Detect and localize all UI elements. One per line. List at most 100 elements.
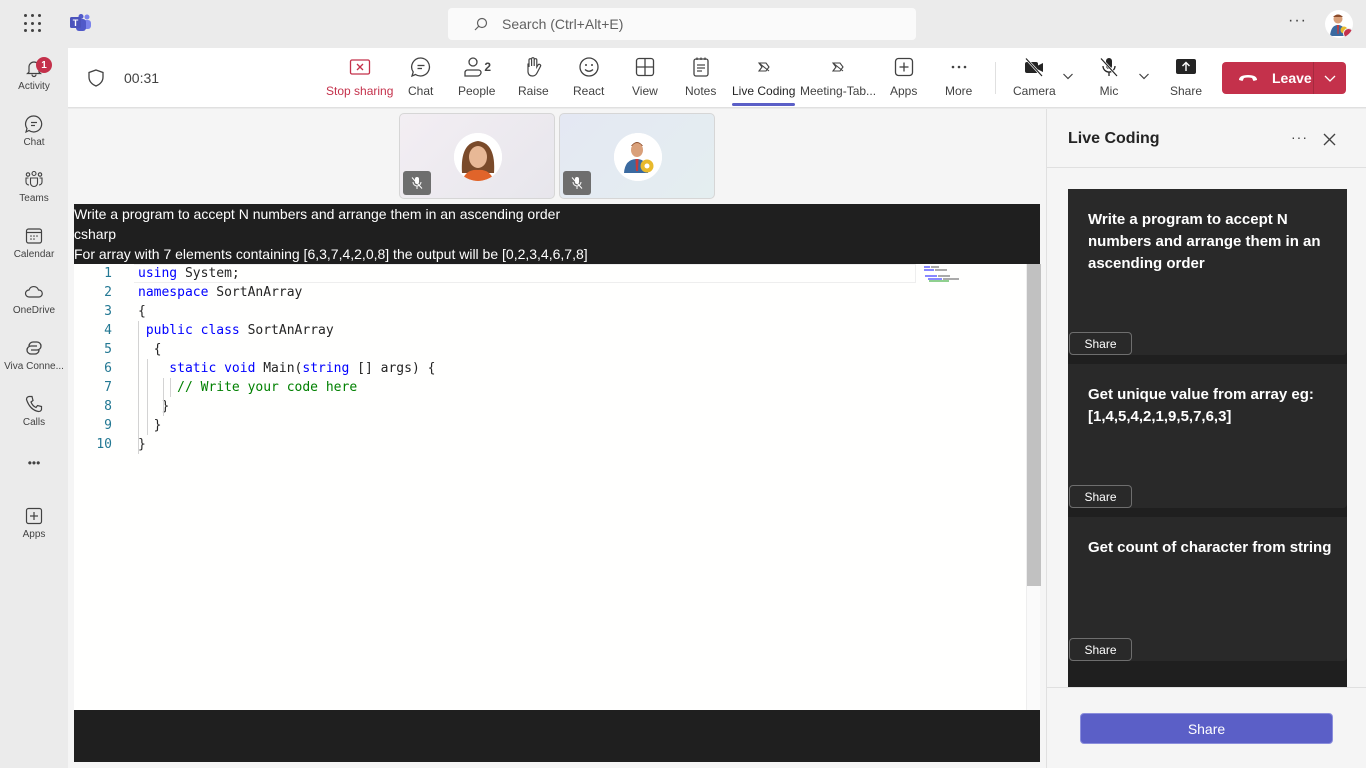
participant-avatar bbox=[454, 133, 502, 181]
rail-item-onedrive[interactable]: OneDrive bbox=[0, 276, 68, 328]
indent-guide bbox=[147, 359, 148, 435]
app-launcher-icon[interactable] bbox=[24, 14, 44, 34]
panel-footer: Share bbox=[1047, 687, 1366, 768]
share-content-button[interactable]: Share bbox=[1170, 56, 1202, 100]
question-share-button[interactable]: Share bbox=[1069, 638, 1132, 661]
settings-more-button[interactable]: ··· bbox=[1288, 12, 1307, 30]
rail-item-activity[interactable]: 1 Activity bbox=[0, 52, 68, 104]
code-line[interactable]: 9 } bbox=[74, 416, 924, 435]
camera-options-chevron-icon[interactable] bbox=[1062, 70, 1074, 82]
rail-item-chat[interactable]: Chat bbox=[0, 108, 68, 160]
question-share-button[interactable]: Share bbox=[1069, 332, 1132, 355]
people-button[interactable]: 2 People bbox=[458, 56, 495, 100]
rail-item-more[interactable]: ••• bbox=[0, 450, 68, 502]
search-icon bbox=[474, 17, 488, 31]
teams-logo-icon: T bbox=[70, 14, 91, 31]
share-label: Share bbox=[1170, 84, 1203, 98]
leave-button-group: Leave bbox=[1222, 62, 1346, 94]
notes-button[interactable]: Notes bbox=[685, 56, 716, 100]
mic-off-icon bbox=[1100, 57, 1118, 77]
rail-item-teams[interactable]: Teams bbox=[0, 164, 68, 216]
mic-button[interactable]: Mic bbox=[1098, 56, 1120, 100]
cloud-icon bbox=[24, 286, 43, 298]
code-line[interactable]: 2 namespace SortAnArray bbox=[74, 283, 924, 302]
tab-meeting-tab[interactable]: Meeting-Tab... bbox=[800, 56, 876, 100]
code-editor[interactable]: 1 using System; 2 namespace SortAnArray 3{4 … bbox=[74, 264, 1041, 710]
problem-language: csharp bbox=[74, 226, 117, 242]
presence-busy-icon bbox=[1343, 28, 1353, 38]
rail-item-viva-connections[interactable]: Viva Conne... bbox=[0, 332, 68, 384]
line-number: 10 bbox=[96, 437, 112, 452]
meeting-timer: 00:31 bbox=[124, 70, 160, 86]
leave-button[interactable]: Leave bbox=[1222, 62, 1314, 94]
indent-guide bbox=[138, 321, 139, 454]
scrollbar-thumb[interactable] bbox=[1027, 264, 1041, 586]
notes-icon bbox=[693, 57, 709, 77]
smile-icon bbox=[579, 57, 599, 77]
code-text: } bbox=[138, 437, 146, 452]
code-text: } bbox=[138, 418, 162, 433]
shield-icon[interactable] bbox=[88, 69, 104, 87]
user-avatar[interactable] bbox=[1325, 10, 1353, 38]
rail-item-calls[interactable]: Calls bbox=[0, 388, 68, 440]
people-count: 2 bbox=[484, 60, 492, 74]
leave-options-button[interactable] bbox=[1314, 71, 1346, 85]
participant-photo-icon bbox=[614, 133, 662, 181]
search-input[interactable]: Search (Ctrl+Alt+E) bbox=[448, 8, 916, 40]
svg-text:T: T bbox=[73, 18, 79, 28]
close-icon[interactable] bbox=[1323, 133, 1336, 146]
line-number: 5 bbox=[104, 342, 112, 357]
apps-button[interactable]: Apps bbox=[890, 56, 917, 100]
toolbar-divider bbox=[995, 62, 996, 94]
question-list[interactable]: Write a program to accept N numbers and … bbox=[1068, 189, 1347, 687]
chat-button[interactable]: Chat bbox=[408, 56, 433, 100]
teams-icon bbox=[25, 170, 43, 188]
output-panel bbox=[74, 710, 1040, 762]
editor-vertical-scrollbar[interactable] bbox=[1026, 264, 1041, 710]
tab-live-coding[interactable]: Live Coding bbox=[732, 56, 796, 106]
view-label: View bbox=[632, 84, 658, 98]
code-line[interactable]: 10} bbox=[74, 435, 924, 454]
code-text: { bbox=[138, 342, 162, 357]
code-line[interactable]: 8 } bbox=[74, 397, 924, 416]
participant-avatar bbox=[614, 133, 662, 181]
mic-options-chevron-icon[interactable] bbox=[1138, 70, 1150, 82]
panel-more-button[interactable]: ··· bbox=[1291, 129, 1308, 145]
question-share-button[interactable]: Share bbox=[1069, 485, 1132, 508]
code-line[interactable]: 7 // Write your code here bbox=[74, 378, 924, 397]
people-icon bbox=[464, 57, 482, 77]
rail-item-apps[interactable]: Apps bbox=[0, 500, 68, 552]
code-line[interactable]: 3{ bbox=[74, 302, 924, 321]
activity-badge: 1 bbox=[36, 57, 52, 73]
code-line[interactable]: 5 { bbox=[74, 340, 924, 359]
camera-button[interactable]: Camera bbox=[1013, 56, 1056, 100]
raise-hand-button[interactable]: Raise bbox=[518, 56, 549, 100]
code-line[interactable]: 1 using System; bbox=[74, 264, 924, 283]
react-button[interactable]: React bbox=[573, 56, 604, 100]
participant-tile[interactable] bbox=[399, 113, 555, 199]
chat-icon bbox=[25, 115, 43, 134]
line-number: 4 bbox=[104, 323, 112, 338]
question-text: Get unique value from array eg: [1,4,5,4… bbox=[1088, 386, 1314, 425]
shared-live-coding-content: Write a program to accept N numbers and … bbox=[74, 204, 1041, 762]
view-button[interactable]: View bbox=[632, 56, 658, 100]
stop-sharing-label: Stop sharing bbox=[326, 84, 394, 98]
meeting-tab-app-icon bbox=[831, 62, 844, 72]
apps-icon bbox=[25, 507, 43, 525]
more-icon: ••• bbox=[27, 456, 41, 470]
more-actions-button[interactable]: More bbox=[945, 56, 972, 100]
raise-hand-icon bbox=[527, 57, 542, 77]
editor-minimap[interactable] bbox=[924, 266, 964, 286]
rail-label: Viva Conne... bbox=[4, 361, 64, 372]
code-line[interactable]: 6 static void Main(string [] args) { bbox=[74, 359, 924, 378]
participant-tile[interactable] bbox=[559, 113, 715, 199]
react-label: React bbox=[573, 84, 605, 98]
live-coding-label: Live Coding bbox=[732, 84, 796, 98]
line-number: 1 bbox=[104, 266, 112, 281]
rail-item-calendar[interactable]: Calendar bbox=[0, 220, 68, 272]
stop-sharing-button[interactable]: Stop sharing bbox=[326, 56, 393, 100]
participant-muted-indicator bbox=[563, 171, 591, 195]
code-line[interactable]: 4 public class SortAnArray bbox=[74, 321, 924, 340]
share-to-stage-button[interactable]: Share bbox=[1080, 713, 1333, 744]
raise-label: Raise bbox=[518, 84, 549, 98]
